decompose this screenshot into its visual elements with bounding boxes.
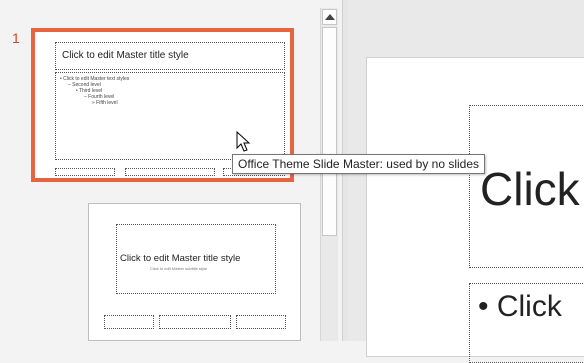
scroll-thumb[interactable] [322, 27, 337, 236]
editor-body-placeholder[interactable]: • Click [469, 283, 584, 363]
editor-title-placeholder[interactable]: Click [469, 105, 584, 268]
master-title-placeholder: Click to edit Master title style [55, 42, 285, 70]
layout-footer-placeholder [159, 315, 231, 329]
arrow-up-icon [325, 14, 335, 20]
slide-number: 1 [12, 30, 20, 46]
slide-master-tooltip: Office Theme Slide Master: used by no sl… [232, 154, 486, 174]
scroll-up-button[interactable] [322, 9, 337, 25]
master-title-text: Click to edit Master title style [62, 50, 189, 61]
layout-title-text: Click to edit Master title style [120, 253, 241, 264]
date-placeholder [55, 168, 115, 176]
footer-placeholder [125, 168, 215, 176]
layout-subtitle-text: Click to edit Master subtitle style [150, 266, 208, 271]
editor-title-text: Click [480, 163, 580, 215]
editor-bullet-text: • Click [478, 290, 562, 323]
mouse-pointer-icon [236, 131, 251, 152]
vertical-scrollbar[interactable] [320, 8, 338, 341]
layout-thumbnail[interactable]: Click to edit Master title style Click t… [88, 203, 301, 341]
body-level-5: » Fifth level [92, 100, 118, 106]
layout-number-placeholder [236, 315, 286, 329]
slide-canvas[interactable]: Click • Click [366, 57, 584, 363]
layout-title-placeholder: Click to edit Master title style Click t… [116, 224, 276, 294]
layout-date-placeholder [104, 315, 154, 329]
